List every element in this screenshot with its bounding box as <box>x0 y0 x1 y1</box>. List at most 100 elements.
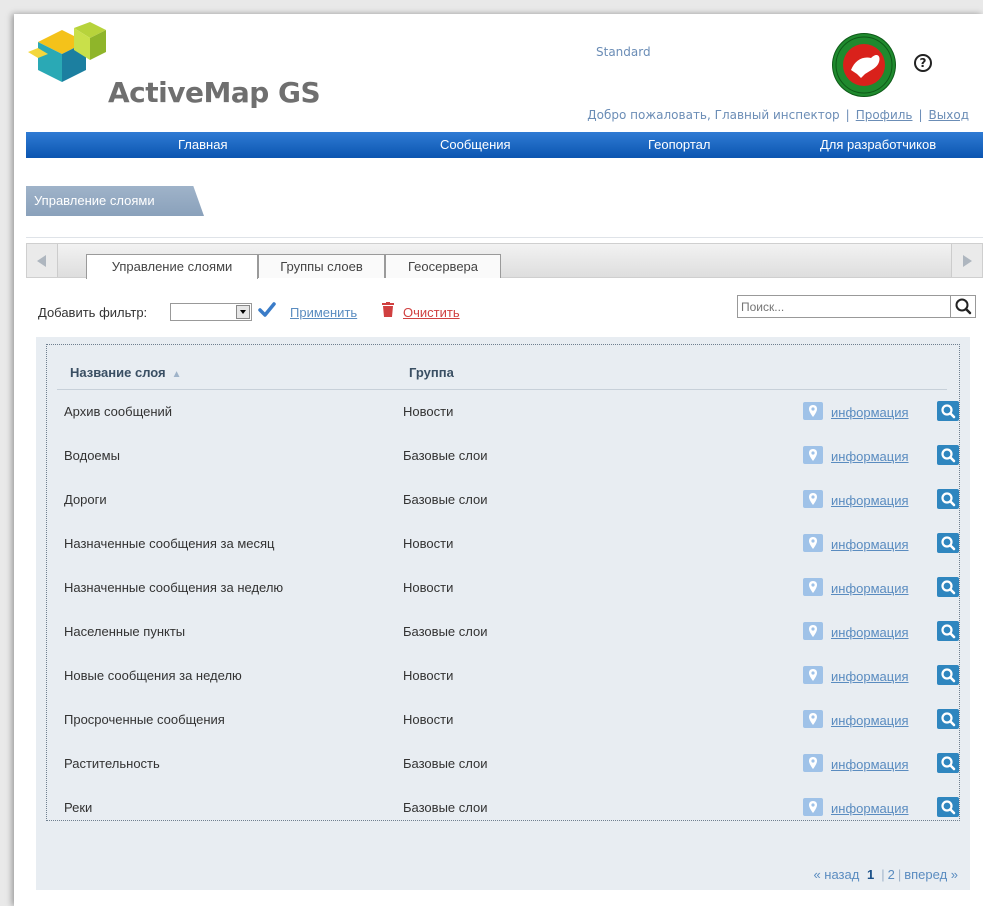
brand-name: ActiveMap GS <box>108 76 321 109</box>
apply-filter-link[interactable]: Применить <box>290 305 357 320</box>
welcome-text: Добро пожаловать, Главный инспектор <box>587 108 840 122</box>
info-icon <box>803 490 823 508</box>
table-row: Новые сообщения за неделю Новости информац… <box>47 654 959 698</box>
zoom-to-layer-button[interactable] <box>937 577 959 597</box>
layer-group: Базовые слои <box>403 756 488 771</box>
search-icon <box>941 668 956 683</box>
search-icon <box>941 448 956 463</box>
layer-group: Базовые слои <box>403 800 488 815</box>
zoom-to-layer-button[interactable] <box>937 797 959 817</box>
layer-group: Базовые слои <box>403 492 488 507</box>
table-row: Реки Базовые слои информация <box>47 786 959 830</box>
page-2-link[interactable]: 2 <box>888 867 895 882</box>
search-input[interactable] <box>737 295 951 318</box>
layer-name: Дороги <box>64 492 107 507</box>
zoom-to-layer-button[interactable] <box>937 533 959 553</box>
table-row: Архив сообщений Новости информация <box>47 390 959 434</box>
arrow-left-icon <box>37 255 46 267</box>
user-bar: Добро пожаловать, Главный инспектор | Проф… <box>587 108 969 122</box>
divider <box>26 237 983 238</box>
main-nav: Главная Сообщения Геопортал Для разработ… <box>26 132 983 158</box>
info-icon <box>803 666 823 684</box>
info-link[interactable]: информация <box>831 581 909 596</box>
tab-layer-groups[interactable]: Группы слоев <box>258 254 385 278</box>
logout-link[interactable]: Выход <box>929 108 969 122</box>
filter-select[interactable] <box>170 303 252 321</box>
zoom-to-layer-button[interactable] <box>937 621 959 641</box>
info-link[interactable]: информация <box>831 713 909 728</box>
info-icon <box>803 622 823 640</box>
zoom-to-layer-button[interactable] <box>937 489 959 509</box>
info-link[interactable]: информация <box>831 537 909 552</box>
layer-group: Новости <box>403 668 454 683</box>
search-icon <box>941 756 956 771</box>
layer-group: Базовые слои <box>403 624 488 639</box>
zoom-to-layer-button[interactable] <box>937 753 959 773</box>
separator: | <box>881 867 885 882</box>
zoom-to-layer-button[interactable] <box>937 401 959 421</box>
layer-group: Новости <box>403 580 454 595</box>
nav-item-geoportal[interactable]: Геопортал <box>648 132 710 158</box>
scroll-right-button[interactable] <box>951 244 982 277</box>
search-icon <box>941 800 956 815</box>
column-header-name[interactable]: Название слоя ▲ <box>70 365 182 380</box>
table-row: Просроченные сообщения Новости информация <box>47 698 959 742</box>
info-link[interactable]: информация <box>831 801 909 816</box>
info-link[interactable]: информация <box>831 405 909 420</box>
table-row: Дороги Базовые слои информация <box>47 478 959 522</box>
info-link[interactable]: информация <box>831 493 909 508</box>
checkmark-icon[interactable] <box>258 301 276 319</box>
zoom-to-layer-button[interactable] <box>937 445 959 465</box>
help-icon[interactable]: ? <box>914 54 932 72</box>
search-icon <box>941 404 956 419</box>
layer-name: Водоемы <box>64 448 120 463</box>
emblem-icon <box>833 34 895 96</box>
separator: | <box>845 108 850 122</box>
tab-layer-management[interactable]: Управление слоями <box>86 254 258 279</box>
search-icon <box>941 536 956 551</box>
logo-cubes-icon <box>28 22 106 82</box>
separator: | <box>897 867 902 882</box>
info-link[interactable]: информация <box>831 757 909 772</box>
table-row: Назначенные сообщения за месяц Новости инф… <box>47 522 959 566</box>
layer-name: Реки <box>64 800 93 815</box>
clear-filter-link[interactable]: Очистить <box>403 305 460 320</box>
nav-item-developers[interactable]: Для разработчиков <box>820 132 936 158</box>
column-header-name-label: Название слоя <box>70 365 166 380</box>
nav-item-messages[interactable]: Сообщения <box>440 132 511 158</box>
search-icon <box>941 492 956 507</box>
layer-name: Растительность <box>64 756 160 771</box>
zoom-to-layer-button[interactable] <box>937 709 959 729</box>
info-icon <box>803 710 823 728</box>
nav-item-home[interactable]: Главная <box>178 132 227 158</box>
info-icon <box>803 446 823 464</box>
zoom-to-layer-button[interactable] <box>937 665 959 685</box>
search-icon <box>955 298 972 315</box>
info-link[interactable]: информация <box>831 625 909 640</box>
table-row: Населенные пункты Базовые слои информация <box>47 610 959 654</box>
layer-group: Новости <box>403 536 454 551</box>
layer-name: Новые сообщения за неделю <box>64 668 242 683</box>
layer-name: Населенные пункты <box>64 624 186 639</box>
layer-group: Новости <box>403 712 454 727</box>
trash-icon[interactable] <box>382 302 394 317</box>
info-icon <box>803 578 823 596</box>
next-page-link[interactable]: вперед » <box>904 867 958 882</box>
tab-geoservers[interactable]: Геосервера <box>385 254 501 278</box>
layer-group: Базовые слои <box>403 448 488 463</box>
prev-page-link[interactable]: « назад <box>813 867 859 882</box>
info-link[interactable]: информация <box>831 669 909 684</box>
search-button[interactable] <box>950 295 976 318</box>
pagination: « назад 1 | 2 | вперед » <box>813 867 958 882</box>
current-page: 1 <box>866 867 875 882</box>
profile-link[interactable]: Профиль <box>856 108 913 122</box>
scroll-left-button[interactable] <box>27 244 58 277</box>
search-icon <box>941 712 956 727</box>
separator: | <box>918 108 923 122</box>
table-row: Растительность Базовые слои информация <box>47 742 959 786</box>
layer-name: Назначенные сообщения за месяц <box>64 536 275 551</box>
layers-table: Название слоя ▲ Группа Архив сообщений Нов… <box>46 344 960 821</box>
info-icon <box>803 534 823 552</box>
info-link[interactable]: информация <box>831 449 909 464</box>
layers-grid-panel: Название слоя ▲ Группа Архив сообщений Нов… <box>36 337 970 890</box>
